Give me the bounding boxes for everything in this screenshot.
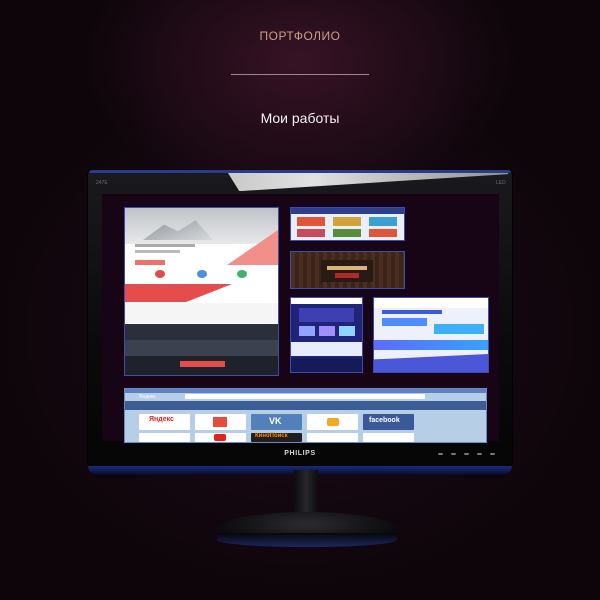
tile-row2-4[interactable] bbox=[307, 433, 358, 442]
monitor-brand: PHILIPS bbox=[284, 450, 316, 457]
bezel-model-mark: 247E bbox=[96, 180, 108, 186]
tile-row2-1[interactable] bbox=[139, 433, 190, 442]
portfolio-thumb-travel[interactable] bbox=[290, 207, 405, 241]
tile-yandex[interactable]: Яндекс bbox=[139, 414, 190, 430]
tile-kinopoisk[interactable]: КиноПоиск bbox=[251, 433, 302, 442]
tile-shop[interactable] bbox=[307, 414, 358, 430]
page-heading: Мои работы bbox=[260, 110, 340, 126]
monitor-button[interactable] bbox=[477, 453, 482, 455]
monitor-button[interactable] bbox=[464, 453, 469, 455]
portfolio-thumb-app[interactable] bbox=[290, 297, 363, 373]
tile-vk[interactable]: VK bbox=[251, 414, 302, 430]
power-button[interactable] bbox=[490, 453, 495, 455]
monitor-stand-rim bbox=[217, 533, 397, 547]
monitor-buttons bbox=[438, 453, 495, 455]
portfolio-thumb-yandex[interactable]: Яндекс Яндекс VK facebook КиноПоиск bbox=[124, 388, 487, 443]
divider bbox=[231, 74, 369, 75]
tile-youtube[interactable] bbox=[195, 433, 246, 442]
monitor-button[interactable] bbox=[438, 453, 443, 455]
portfolio-thumb-landing[interactable] bbox=[124, 207, 279, 376]
tile-mail[interactable] bbox=[195, 414, 246, 430]
monitor-button[interactable] bbox=[451, 453, 456, 455]
bezel-led-mark: LED bbox=[496, 180, 506, 186]
portfolio-thumb-restaurant[interactable] bbox=[290, 251, 405, 289]
tile-row2-5[interactable] bbox=[363, 433, 414, 442]
section-label: ПОРТФОЛИО bbox=[259, 29, 341, 43]
portfolio-thumb-service[interactable] bbox=[373, 297, 489, 373]
tile-facebook[interactable]: facebook bbox=[363, 414, 414, 430]
yandex-logo: Яндекс bbox=[139, 394, 156, 400]
monitor-top-trim bbox=[89, 170, 511, 173]
